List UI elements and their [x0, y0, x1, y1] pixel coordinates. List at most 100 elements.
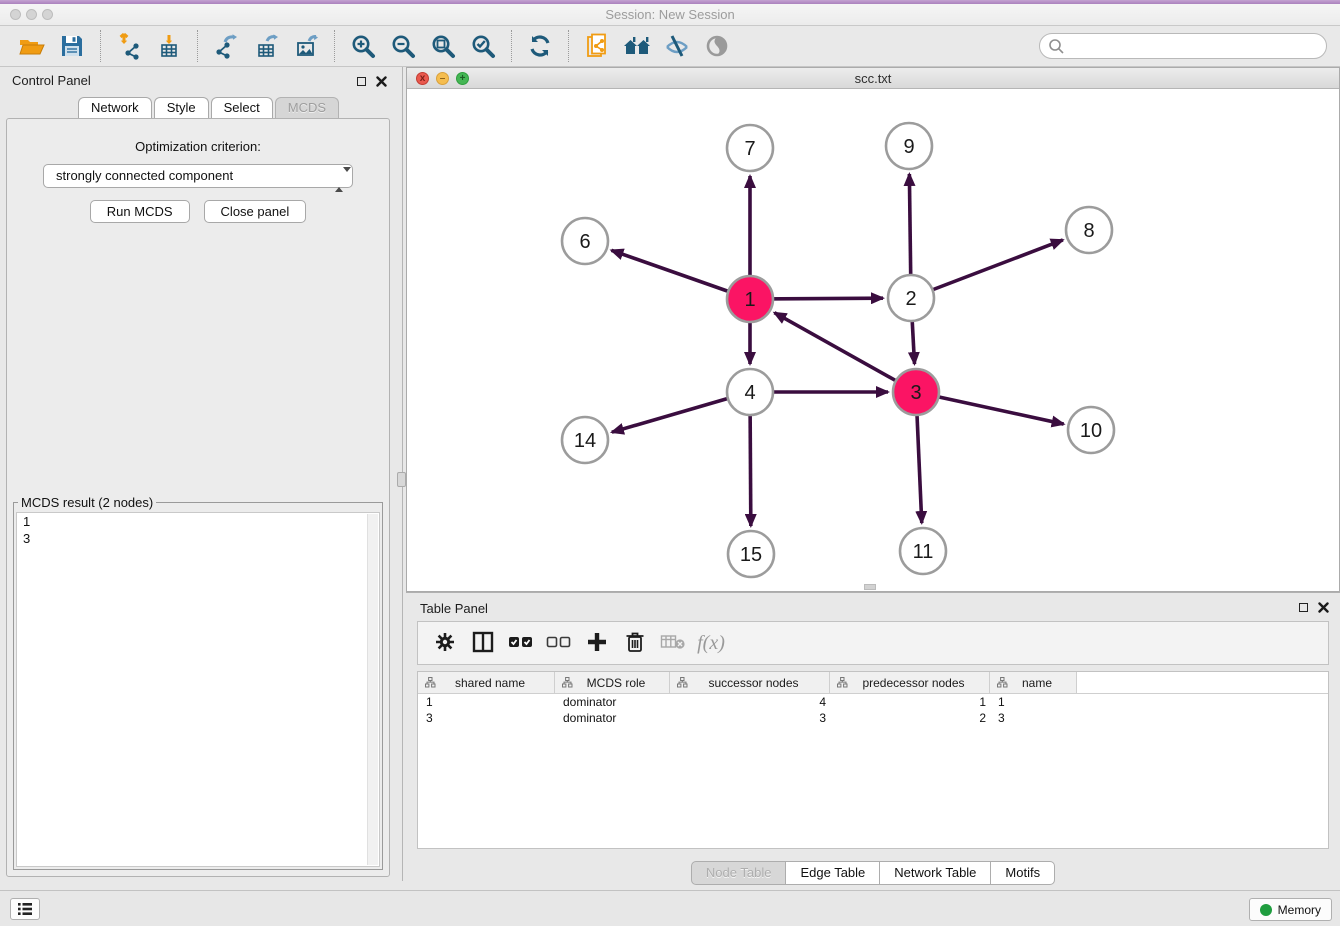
memory-label: Memory [1278, 903, 1321, 917]
column-header-successor-nodes[interactable]: successor nodes [670, 672, 830, 693]
tab-motifs[interactable]: Motifs [990, 861, 1055, 885]
table-cell[interactable]: 2 [830, 710, 990, 726]
table-mode-gear-button[interactable] [426, 625, 464, 661]
zoom-selected-region-button[interactable] [463, 30, 503, 62]
show-all-button[interactable] [697, 30, 737, 62]
table-cell[interactable]: 3 [670, 710, 830, 726]
zoom-fit-content-button[interactable] [423, 30, 463, 62]
tab-edge-table[interactable]: Edge Table [785, 861, 880, 885]
table-mode-gear-icon [433, 630, 457, 657]
save-session-icon [59, 33, 85, 59]
edge-2-8[interactable] [911, 240, 1063, 298]
table-row[interactable]: 3dominator323 [418, 710, 1328, 726]
graph-node-7[interactable]: 7 [727, 125, 773, 171]
graph-node-6[interactable]: 6 [562, 218, 608, 264]
titlebar-accent-strip [0, 0, 1340, 4]
export-table-button[interactable] [246, 30, 286, 62]
graph-node-3[interactable]: 3 [893, 369, 939, 415]
panel-splitter[interactable] [396, 67, 406, 881]
tab-network-table[interactable]: Network Table [879, 861, 991, 885]
table-header-row: shared nameMCDS rolesuccessor nodesprede… [418, 672, 1328, 694]
deselect-all-rows-button[interactable] [540, 625, 578, 661]
search-input[interactable] [1070, 36, 1318, 56]
update-view-button[interactable] [520, 30, 560, 62]
close-panel-button[interactable]: Close panel [204, 200, 307, 223]
toolbar-group [4, 30, 100, 62]
save-session-button[interactable] [52, 30, 92, 62]
memory-button[interactable]: Memory [1249, 898, 1332, 921]
memory-status-icon [1260, 904, 1272, 916]
control-panel-float-button[interactable] [354, 74, 368, 88]
table-cell[interactable]: 1 [990, 694, 1077, 710]
create-column-button[interactable] [578, 625, 616, 661]
table-cell[interactable]: 3 [990, 710, 1077, 726]
run-mcds-button[interactable]: Run MCDS [90, 200, 190, 223]
table-row[interactable]: 1dominator411 [418, 694, 1328, 710]
svg-text:3: 3 [910, 382, 921, 404]
zoom-in-button[interactable] [343, 30, 383, 62]
column-header-MCDS-role[interactable]: MCDS role [555, 672, 670, 693]
column-header-predecessor-nodes[interactable]: predecessor nodes [830, 672, 990, 693]
splitter-grip[interactable] [397, 472, 406, 487]
select-all-rows-button[interactable] [502, 625, 540, 661]
open-session-button[interactable] [12, 30, 52, 62]
graph-node-4[interactable]: 4 [727, 369, 773, 415]
network-window-titlebar[interactable]: x – + scc.txt [407, 68, 1339, 89]
tab-node-table[interactable]: Node Table [691, 861, 787, 885]
optimization-criterion-select[interactable]: strongly connected component [43, 164, 353, 188]
hide-selected-icon [663, 33, 691, 59]
control-panel-tabs: NetworkStyleSelectMCDS [78, 97, 341, 119]
delete-columns-button[interactable] [616, 625, 654, 661]
table-cell[interactable]: dominator [555, 694, 670, 710]
task-history-button[interactable] [10, 898, 40, 920]
column-chooser-button[interactable] [464, 625, 502, 661]
tab-mcds[interactable]: MCDS [275, 97, 339, 119]
import-table-button[interactable] [149, 30, 189, 62]
graph-node-8[interactable]: 8 [1066, 207, 1112, 253]
hide-selected-button[interactable] [657, 30, 697, 62]
svg-text:15: 15 [740, 544, 762, 566]
column-header-shared-name[interactable]: shared name [418, 672, 555, 693]
graph-node-1[interactable]: 1 [727, 276, 773, 322]
table-cell[interactable]: 1 [418, 694, 555, 710]
function-builder-button: f(x) [692, 625, 730, 661]
table-panel-float-button[interactable] [1296, 600, 1310, 614]
network-graph: 1 2 3 4 6 7 8 9 10 11 14 15 [407, 89, 1339, 592]
graph-node-14[interactable]: 14 [562, 417, 608, 463]
column-header-name[interactable]: name [990, 672, 1077, 693]
table-cell[interactable]: 3 [418, 710, 555, 726]
toolbar-group [100, 30, 197, 62]
table-panel-close-button[interactable] [1316, 600, 1330, 614]
table-toolbar: f(x) [417, 621, 1329, 665]
tab-select[interactable]: Select [211, 97, 273, 119]
graph-node-15[interactable]: 15 [728, 531, 774, 577]
new-network-from-selection-button[interactable] [577, 30, 617, 62]
export-network-button[interactable] [206, 30, 246, 62]
main-toolbar [0, 26, 1340, 67]
graph-node-9[interactable]: 9 [886, 123, 932, 169]
table-cell[interactable]: 1 [830, 694, 990, 710]
table-tabs: Node TableEdge TableNetwork TableMotifs [406, 861, 1340, 885]
first-neighbors-button[interactable] [617, 30, 657, 62]
tab-style[interactable]: Style [154, 97, 209, 119]
table-cell[interactable]: 4 [670, 694, 830, 710]
canvas-resize-grip[interactable] [864, 584, 876, 590]
control-panel-close-button[interactable] [374, 74, 388, 88]
svg-text:8: 8 [1083, 220, 1094, 242]
result-scrollbar[interactable] [367, 514, 378, 865]
zoom-in-icon [350, 33, 377, 60]
edge-3-1[interactable] [774, 313, 916, 392]
graph-node-2[interactable]: 2 [888, 275, 934, 321]
export-image-button[interactable] [286, 30, 326, 62]
table-cell[interactable]: dominator [555, 710, 670, 726]
graph-node-11[interactable]: 11 [900, 528, 946, 574]
network-canvas[interactable]: 1 2 3 4 6 7 8 9 10 11 14 15 [407, 89, 1339, 591]
zoom-out-button[interactable] [383, 30, 423, 62]
tab-network[interactable]: Network [78, 97, 152, 119]
import-network-button[interactable] [109, 30, 149, 62]
network-title: scc.txt [407, 71, 1339, 86]
svg-text:14: 14 [574, 430, 596, 452]
mcds-result-list[interactable]: 13 [16, 512, 380, 867]
search-box[interactable] [1039, 33, 1327, 59]
graph-node-10[interactable]: 10 [1068, 407, 1114, 453]
